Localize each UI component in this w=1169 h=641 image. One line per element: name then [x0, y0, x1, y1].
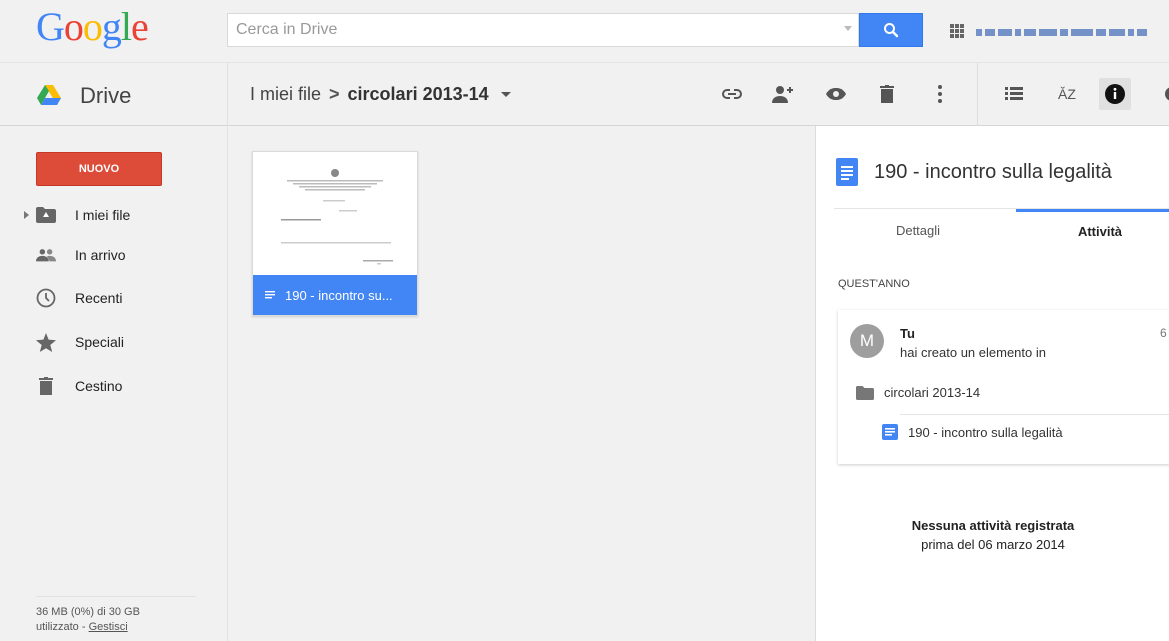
file-card[interactable]: 190 - incontro su... — [252, 151, 418, 316]
file-name-bar[interactable]: 190 - incontro su... — [253, 275, 417, 315]
preview-eye-icon[interactable] — [823, 81, 849, 107]
sidebar-item-trash[interactable]: Cestino — [0, 368, 228, 404]
activity-description: hai creato un elemento in — [900, 345, 1046, 360]
search-box[interactable] — [227, 13, 859, 47]
details-tabs: Dettagli Attività — [834, 208, 1169, 250]
sidebar-item-label: Recenti — [75, 290, 123, 306]
activity-user: Tu — [900, 326, 915, 341]
search-options-caret-icon[interactable] — [844, 26, 852, 31]
sidebar-item-label: I miei file — [75, 207, 131, 223]
app-name[interactable]: Drive — [80, 83, 131, 109]
activity-divider — [900, 414, 1169, 415]
sidebar-item-label: Cestino — [75, 378, 123, 394]
file-name: 190 - incontro su... — [285, 287, 393, 303]
apps-grid-icon[interactable] — [950, 24, 964, 38]
add-person-icon[interactable] — [770, 81, 796, 107]
my-drive-icon — [36, 205, 56, 225]
manage-storage-link[interactable]: Gestisci — [89, 621, 128, 633]
logo-letter: G — [36, 4, 65, 49]
search-input[interactable] — [228, 14, 828, 46]
details-panel: 190 - incontro sulla legalità Dettagli A… — [815, 126, 1169, 641]
details-title: 190 - incontro sulla legalità — [874, 160, 1112, 183]
tab-activity[interactable]: Attività — [1016, 209, 1169, 251]
top-bar: Google — [0, 0, 1169, 63]
new-button[interactable]: NUOVO — [36, 152, 162, 186]
sidebar-item-label: In arrivo — [75, 247, 126, 263]
storage-usage-line2: utilizzato - Gestisci — [36, 620, 196, 635]
details-header: 190 - incontro sulla legalità — [836, 158, 1112, 186]
activity-folder-link[interactable]: circolari 2013-14 — [856, 385, 980, 400]
drive-toolbar: Drive I miei file > circolari 2013-14 Ǎ… — [0, 63, 1169, 126]
storage-info: 36 MB (0%) di 30 GB utilizzato - Gestisc… — [36, 596, 196, 635]
logo-letter: l — [120, 4, 132, 49]
breadcrumb-dropdown-icon[interactable] — [500, 92, 511, 97]
link-icon[interactable] — [719, 81, 745, 107]
doc-icon — [882, 424, 898, 440]
trash-icon[interactable] — [874, 81, 900, 107]
search-button[interactable] — [859, 13, 923, 47]
sidebar-item-incoming[interactable]: In arrivo — [0, 237, 228, 273]
sidebar-item-label: Speciali — [75, 334, 125, 350]
storage-used-label: utilizzato - — [36, 621, 89, 633]
tab-details[interactable]: Dettagli — [834, 209, 1002, 251]
account-info-blurred[interactable] — [976, 26, 1166, 38]
drive-logo-icon[interactable] — [37, 85, 61, 105]
google-logo[interactable]: Google — [36, 3, 149, 51]
info-button[interactable] — [1099, 78, 1131, 110]
expand-caret-icon[interactable] — [24, 211, 29, 219]
breadcrumb: I miei file > circolari 2013-14 — [250, 84, 511, 105]
activity-folder-name: circolari 2013-14 — [884, 385, 981, 400]
file-thumbnail — [253, 152, 417, 274]
activity-card: M Tu 6 m hai creato un elemento in circo… — [838, 310, 1169, 464]
list-view-icon[interactable] — [1001, 81, 1027, 107]
logo-letter: e — [131, 4, 149, 49]
more-vert-icon[interactable] — [927, 81, 953, 107]
toolbar-divider — [227, 63, 228, 126]
no-activity-line2: prima del 06 marzo 2014 — [921, 537, 1065, 552]
sidebar: NUOVO I miei file In arrivo Recenti Spec… — [0, 126, 228, 641]
trash-icon — [36, 376, 56, 396]
breadcrumb-separator-icon: > — [329, 84, 340, 104]
logo-letter: o — [82, 4, 103, 49]
activity-file-link[interactable]: 190 - incontro sulla legalità — [882, 424, 1063, 440]
logo-letter: g — [101, 4, 122, 49]
no-activity-message: Nessuna attività registrata prima del 06… — [816, 516, 1169, 554]
sidebar-item-my-files[interactable]: I miei file — [0, 197, 228, 233]
clock-icon — [36, 288, 56, 308]
activity-time: 6 m — [1160, 326, 1169, 340]
sort-az-icon[interactable]: ǍZ — [1054, 81, 1080, 107]
settings-icon[interactable] — [1156, 81, 1169, 107]
toolbar-separator — [977, 63, 978, 126]
shared-people-icon — [36, 245, 56, 265]
doc-icon — [836, 158, 858, 186]
sidebar-item-recent[interactable]: Recenti — [0, 280, 228, 316]
info-icon — [1105, 84, 1125, 104]
storage-usage: 36 MB (0%) di 30 GB — [36, 606, 140, 618]
activity-file-name: 190 - incontro sulla legalità — [908, 424, 1063, 440]
breadcrumb-current[interactable]: circolari 2013-14 — [348, 84, 489, 105]
search-icon — [884, 23, 899, 38]
doc-icon — [265, 291, 275, 299]
section-title: QUEST'ANNO — [838, 278, 910, 290]
folder-icon — [856, 385, 874, 400]
file-grid: 190 - incontro su... — [228, 126, 815, 641]
sidebar-item-starred[interactable]: Speciali — [0, 324, 228, 360]
avatar: M — [850, 324, 884, 358]
logo-letter: o — [63, 4, 84, 49]
breadcrumb-root[interactable]: I miei file — [250, 84, 321, 105]
star-icon — [36, 332, 56, 352]
no-activity-line1: Nessuna attività registrata — [911, 518, 1075, 533]
